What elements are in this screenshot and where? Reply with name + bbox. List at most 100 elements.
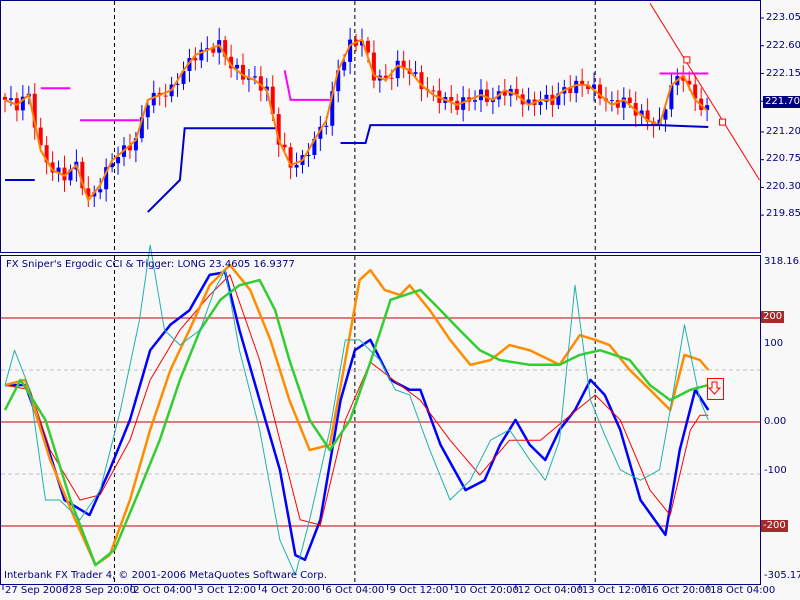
candle — [56, 160, 61, 182]
candle-body — [627, 97, 632, 103]
candle-body — [574, 80, 579, 94]
candle — [211, 42, 216, 57]
time-label: 18 Oct 04:00 — [710, 585, 776, 596]
candle — [371, 40, 376, 89]
candle — [550, 85, 555, 118]
candle — [621, 87, 626, 120]
candle — [520, 88, 525, 117]
candle-body — [252, 76, 257, 78]
candle-body — [294, 164, 299, 168]
candle — [425, 76, 430, 98]
indicator-tick: 100 — [764, 338, 784, 349]
signal-arrow-box — [707, 378, 724, 400]
time-label: 4 Oct 20:00 — [261, 585, 321, 596]
candle-body — [235, 64, 240, 69]
series-slow-orange — [4, 263, 710, 567]
candle-body — [116, 156, 121, 164]
trendline — [649, 2, 760, 181]
candle — [544, 85, 549, 110]
candle — [14, 92, 19, 122]
price-panel — [3, 1, 764, 252]
down-arrow-icon — [707, 381, 722, 395]
candle — [44, 136, 49, 175]
candle-body — [538, 101, 543, 106]
time-label: 16 Oct 20:00 — [646, 585, 712, 596]
indicator-panel — [1, 244, 760, 584]
candle — [484, 81, 489, 107]
candle-body — [449, 97, 454, 101]
candle — [598, 77, 602, 106]
chart-canvas[interactable] — [0, 0, 800, 600]
candle — [116, 146, 121, 175]
stop-line-blue — [147, 127, 276, 213]
series-cci-blue — [5, 270, 710, 562]
price-tick: 220.75 — [766, 153, 800, 164]
candle — [3, 93, 7, 113]
candle-body — [306, 154, 311, 156]
candle — [104, 158, 109, 202]
candle-body — [324, 125, 329, 127]
footer-copyright: Interbank FX Trader 4, © 2001-2006 MetaQ… — [4, 570, 327, 581]
indicator-tick: -305.175 — [764, 570, 800, 581]
candle-body — [609, 100, 614, 102]
candle — [312, 131, 317, 160]
time-label: 28 Sep 20:00 — [69, 585, 136, 596]
time-label: 2 Oct 04:00 — [133, 585, 193, 596]
candle-body — [282, 144, 287, 148]
candle — [68, 164, 73, 186]
trend-marker — [683, 56, 691, 64]
candle-body — [413, 72, 418, 74]
candle — [223, 35, 228, 66]
candle-body — [241, 64, 245, 80]
price-tick: 221.20 — [766, 126, 800, 137]
candle — [193, 47, 198, 71]
stop-line-magenta — [283, 70, 330, 101]
candle — [401, 50, 406, 79]
candle — [473, 90, 478, 111]
level-badge-200: 200 — [761, 311, 785, 323]
candle — [693, 75, 698, 111]
candle — [538, 91, 543, 115]
time-label: 27 Sep 2006 — [5, 585, 69, 596]
candle — [294, 152, 299, 177]
candle-body — [389, 77, 394, 79]
price-tick: 219.85 — [766, 208, 800, 219]
indicator-tick: 318.1632 — [764, 256, 800, 267]
candle — [377, 69, 382, 93]
candle — [699, 87, 704, 117]
candle — [163, 83, 168, 108]
candle — [651, 117, 656, 138]
candle — [592, 72, 597, 102]
level-zero: 0.00 — [764, 416, 787, 427]
candle — [199, 42, 204, 69]
time-label: 6 Oct 04:00 — [325, 585, 385, 596]
price-tick: 222.15 — [766, 68, 800, 79]
time-label: 10 Oct 20:00 — [453, 585, 519, 596]
time-label: 12 Oct 04:00 — [517, 585, 583, 596]
candle — [609, 91, 614, 112]
candle — [181, 61, 186, 90]
candle — [92, 185, 97, 207]
price-tick: 223.05 — [766, 12, 800, 23]
series-slow-green — [3, 278, 709, 567]
trend-marker — [719, 118, 727, 126]
candle-body — [98, 189, 103, 193]
candle-body — [484, 89, 489, 102]
candle — [580, 68, 585, 97]
indicator-tick: -100 — [764, 465, 787, 476]
price-tick: 220.30 — [766, 181, 800, 192]
candle — [526, 87, 531, 111]
candle-body — [8, 98, 13, 100]
candle — [20, 85, 25, 121]
candle — [246, 69, 251, 92]
time-label: 3 Oct 12:00 — [197, 585, 257, 596]
candle-body — [163, 95, 168, 97]
candle — [562, 79, 567, 106]
price-tick: 222.60 — [766, 40, 800, 51]
time-label: 13 Oct 12:00 — [581, 585, 648, 596]
candle — [348, 27, 353, 75]
candle-body — [151, 92, 156, 106]
candle — [449, 84, 454, 114]
candle — [241, 53, 245, 85]
candle-body — [342, 61, 347, 71]
